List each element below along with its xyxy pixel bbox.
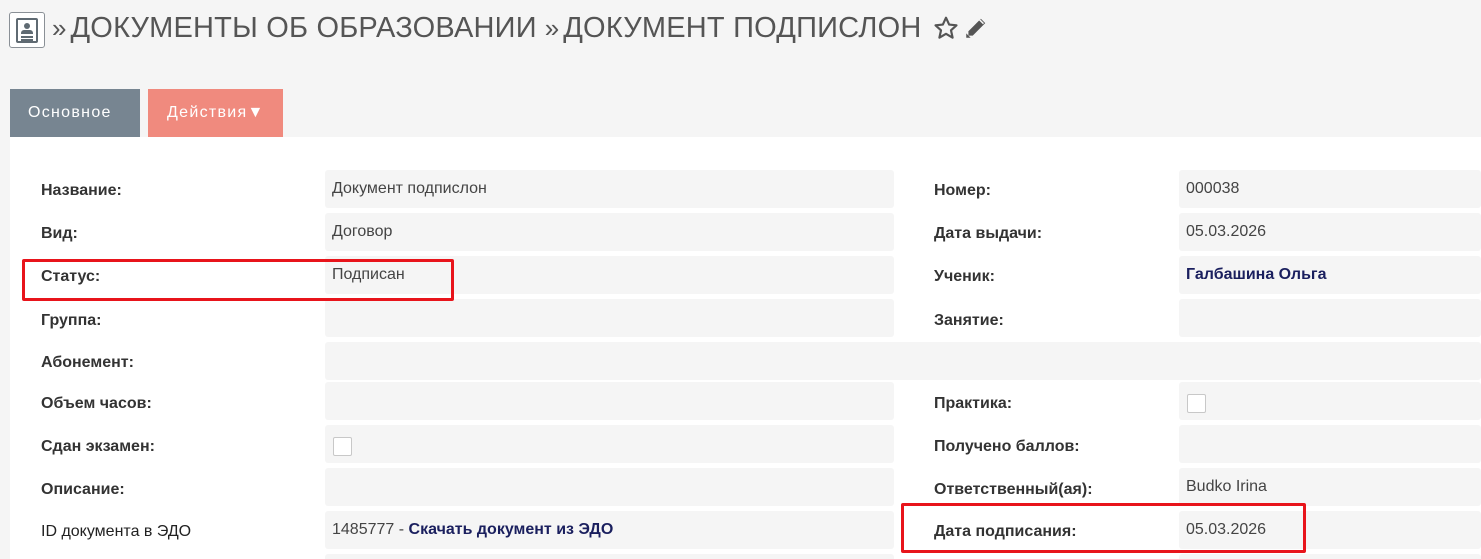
subscription-label: Абонемент:	[41, 354, 134, 371]
status-field[interactable]: Подписан	[325, 256, 894, 294]
name-label: Название:	[41, 182, 122, 199]
issue-date-label: Дата выдачи:	[934, 225, 1043, 242]
name-value: Документ подпислон	[332, 180, 487, 197]
responsible-field[interactable]: Budko Irina	[1179, 468, 1481, 506]
status-value: Подписан	[332, 266, 405, 283]
number-value: 000038	[1186, 180, 1240, 197]
name-field[interactable]: Документ подпислон	[325, 170, 894, 208]
signed-date-value: 05.03.2026	[1186, 521, 1267, 538]
kind-value: Договор	[332, 223, 393, 240]
student-link[interactable]: Галбашина Ольга	[1186, 266, 1326, 283]
edo-field: 1485777 - Скачать документ из ЭДО	[325, 511, 894, 549]
kind-label: Вид:	[41, 225, 78, 242]
description-field[interactable]	[325, 468, 894, 506]
student-field: Галбашина Ольга	[1179, 256, 1481, 294]
practice-label: Практика:	[934, 395, 1013, 412]
next-row-field-right	[1179, 554, 1481, 559]
status-label: Статус:	[41, 268, 101, 285]
practice-checkbox[interactable]	[1187, 394, 1206, 413]
page-title: ДОКУМЕНТ ПОДПИСЛОН	[563, 12, 922, 44]
responsible-value: Budko Irina	[1186, 478, 1267, 495]
tab-bar: Основное Действия▼	[10, 89, 283, 137]
issue-date-value: 05.03.2026	[1186, 223, 1267, 240]
hours-label: Объем часов:	[41, 395, 152, 412]
breadcrumb-separator: »	[544, 13, 560, 43]
number-field[interactable]: 000038	[1179, 170, 1481, 208]
exam-field	[325, 425, 894, 463]
tab-main[interactable]: Основное	[10, 89, 140, 137]
score-field[interactable]	[1179, 425, 1481, 463]
star-outline-icon[interactable]	[933, 15, 959, 41]
breadcrumb: » ДОКУМЕНТЫ ОБ ОБРАЗОВАНИИ » ДОКУМЕНТ ПО…	[52, 10, 989, 46]
breadcrumb-module-link[interactable]: ДОКУМЕНТЫ ОБ ОБРАЗОВАНИИ	[70, 10, 536, 46]
hours-field[interactable]	[325, 382, 894, 420]
lesson-label: Занятие:	[934, 312, 1004, 329]
edo-dash: -	[398, 521, 405, 538]
student-label: Ученик:	[934, 268, 995, 285]
next-row-field	[325, 554, 894, 559]
contact-card-icon[interactable]	[9, 12, 45, 48]
kind-field[interactable]: Договор	[325, 213, 894, 251]
edo-label: ID документа в ЭДО	[41, 523, 192, 540]
signed-date-label: Дата подписания:	[934, 523, 1077, 540]
detail-panel: Название: Документ подпислон Вид: Догово…	[10, 137, 1481, 559]
page-header: » ДОКУМЕНТЫ ОБ ОБРАЗОВАНИИ » ДОКУМЕНТ ПО…	[0, 0, 1481, 60]
lesson-field[interactable]	[1179, 299, 1481, 337]
issue-date-field[interactable]: 05.03.2026	[1179, 213, 1481, 251]
responsible-label: Ответственный(ая):	[934, 481, 1093, 498]
score-label: Получено баллов:	[934, 438, 1080, 455]
signed-date-field[interactable]: 05.03.2026	[1179, 511, 1481, 549]
actions-dropdown-button[interactable]: Действия▼	[148, 89, 283, 137]
edo-id: 1485777	[332, 521, 395, 538]
practice-field	[1179, 382, 1481, 420]
exam-checkbox[interactable]	[333, 437, 352, 456]
subscription-field[interactable]	[325, 342, 1481, 380]
download-edo-link[interactable]: Скачать документ из ЭДО	[409, 521, 614, 538]
pencil-icon[interactable]	[963, 15, 989, 41]
exam-label: Сдан экзамен:	[41, 438, 155, 455]
breadcrumb-separator: »	[52, 13, 67, 43]
group-field[interactable]	[325, 299, 894, 337]
description-label: Описание:	[41, 481, 125, 498]
group-label: Группа:	[41, 312, 102, 329]
number-label: Номер:	[934, 182, 991, 199]
